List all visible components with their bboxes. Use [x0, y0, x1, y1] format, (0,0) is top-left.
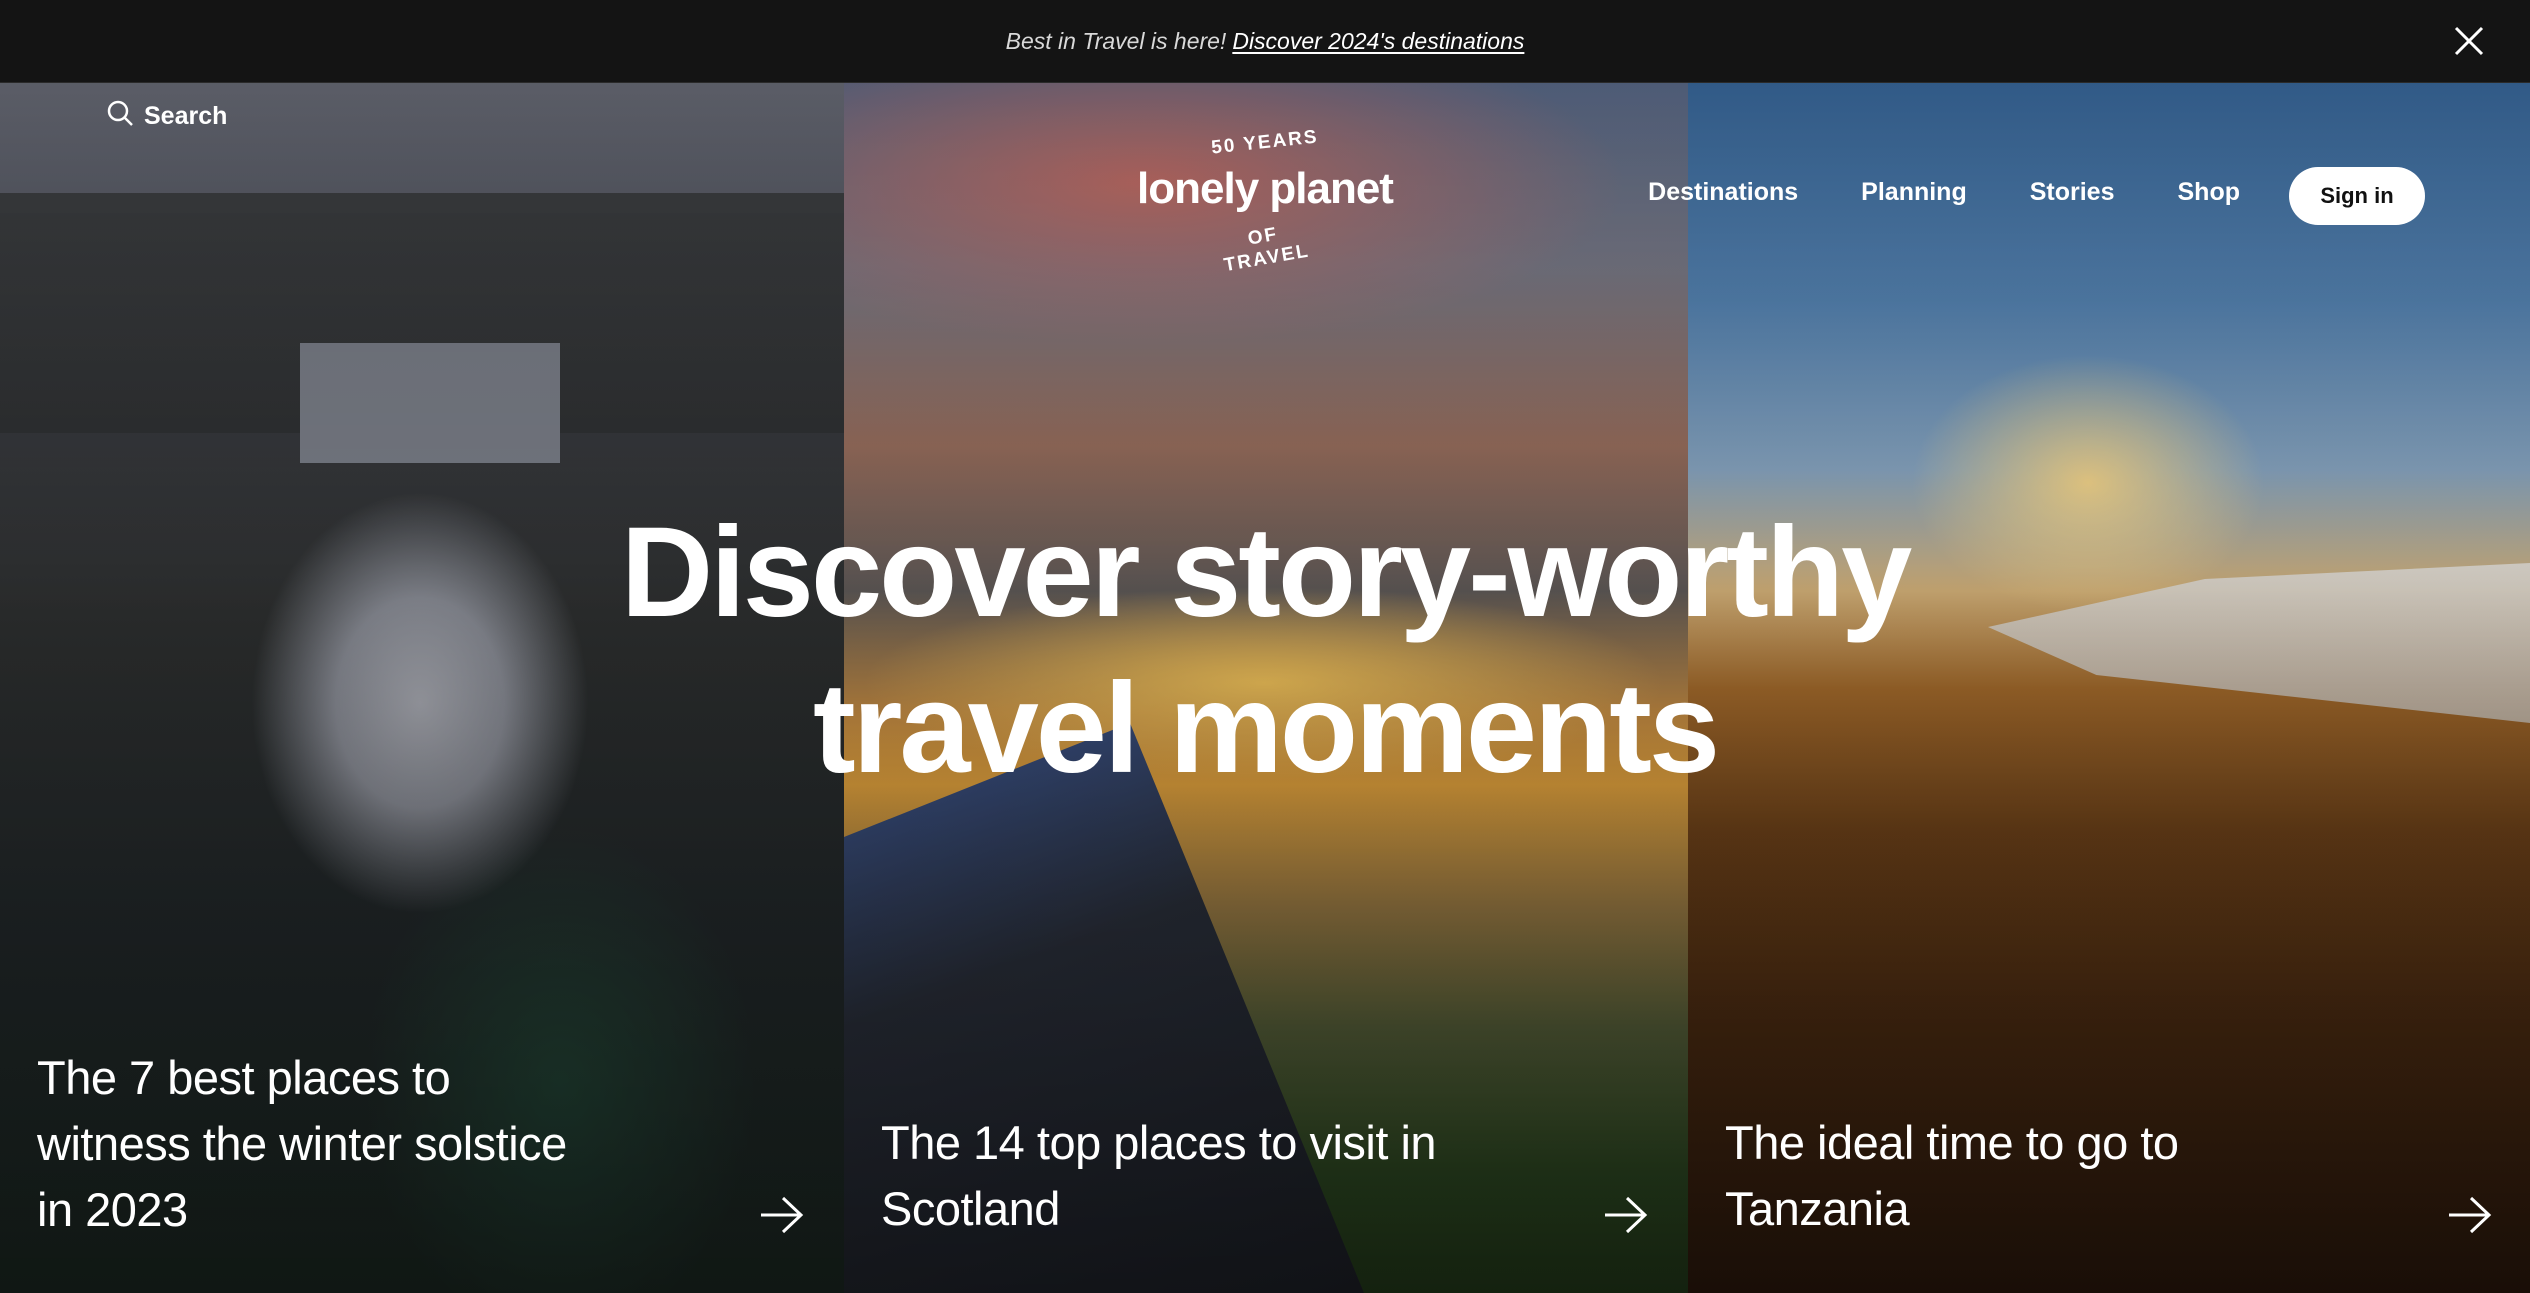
hero-headline: Discover story-worthy travel moments	[400, 495, 2130, 807]
nav-destinations[interactable]: Destinations	[1648, 178, 1798, 207]
banner-text: Best in Travel is here!	[1005, 27, 1227, 54]
search-button[interactable]: Search	[106, 96, 227, 136]
card-title-tanzania[interactable]: The ideal time to go to Tanzania	[1725, 1110, 2285, 1242]
nav-planning[interactable]: Planning	[1861, 178, 1967, 207]
arrow-right-icon[interactable]	[2447, 1195, 2493, 1235]
search-icon	[106, 99, 134, 134]
main-nav: Destinations Planning Stories Shop	[1648, 178, 2240, 207]
logo[interactable]: 50 YEARS lonely planet OF TRAVEL	[1105, 120, 1425, 276]
hero-headline-line1: Discover story-worthy	[620, 501, 1913, 644]
sign-in-button[interactable]: Sign in	[2289, 167, 2425, 225]
card-title-solstice[interactable]: The 7 best places to witness the winter …	[37, 1045, 597, 1243]
card-title-scotland[interactable]: The 14 top places to visit in Scotland	[881, 1110, 1441, 1242]
page: Best in Travel is here! Discover 2024's …	[0, 0, 2530, 1293]
promo-banner: Best in Travel is here! Discover 2024's …	[0, 0, 2530, 83]
logo-wordmark: lonely planet	[1137, 164, 1394, 213]
banner-link[interactable]: Discover 2024's destinations	[1232, 28, 1524, 55]
close-icon[interactable]	[2448, 20, 2490, 62]
nav-shop[interactable]: Shop	[2178, 178, 2241, 207]
nav-stories[interactable]: Stories	[2030, 178, 2115, 207]
arrow-right-icon[interactable]	[1603, 1195, 1649, 1235]
logo-top-arc: 50 YEARS	[1210, 126, 1320, 159]
hero-headline-line2: travel moments	[812, 657, 1720, 800]
search-label: Search	[144, 101, 228, 130]
arrow-right-icon[interactable]	[759, 1195, 805, 1235]
